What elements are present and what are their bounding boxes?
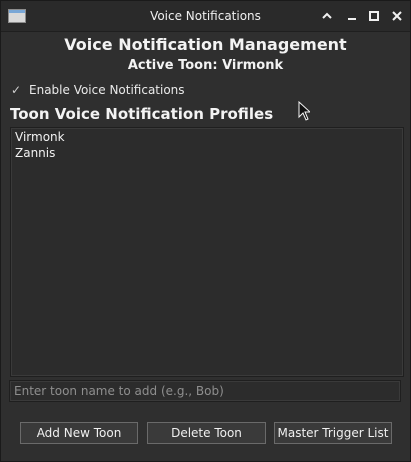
minimize-icon[interactable] xyxy=(344,8,360,24)
maximize-icon-glyph xyxy=(369,11,379,21)
mouse-pointer-icon xyxy=(298,101,310,121)
enable-voice-notifications-checkbox[interactable]: ✓ Enable Voice Notifications xyxy=(11,82,185,98)
chevron-up-icon[interactable] xyxy=(319,8,335,24)
voice-notifications-window: Voice Notifications Voice Notification M… xyxy=(0,0,411,462)
active-toon-label: Active Toon: Virmonk xyxy=(127,58,284,73)
toon-profiles-list[interactable]: Virmonk Zannis xyxy=(10,127,404,377)
close-icon[interactable] xyxy=(389,8,405,24)
list-item[interactable]: Zannis xyxy=(15,145,55,161)
delete-toon-button[interactable]: Delete Toon xyxy=(147,422,266,444)
toon-name-input[interactable] xyxy=(9,380,401,402)
close-icon-glyph xyxy=(392,11,402,21)
chevron-up-icon-glyph xyxy=(322,12,332,19)
enable-voice-notifications-label: Enable Voice Notifications xyxy=(29,83,185,97)
title-bar[interactable]: Voice Notifications xyxy=(1,1,410,32)
checkmark-icon[interactable]: ✓ xyxy=(11,83,23,97)
page-title: Voice Notification Management xyxy=(64,35,347,54)
minimize-icon-glyph xyxy=(348,18,356,20)
maximize-icon[interactable] xyxy=(366,8,382,24)
profiles-section-title: Toon Voice Notification Profiles xyxy=(10,105,274,123)
add-new-toon-button[interactable]: Add New Toon xyxy=(20,422,138,444)
list-item[interactable]: Virmonk xyxy=(15,129,65,145)
master-trigger-list-button[interactable]: Master Trigger List xyxy=(274,422,392,444)
